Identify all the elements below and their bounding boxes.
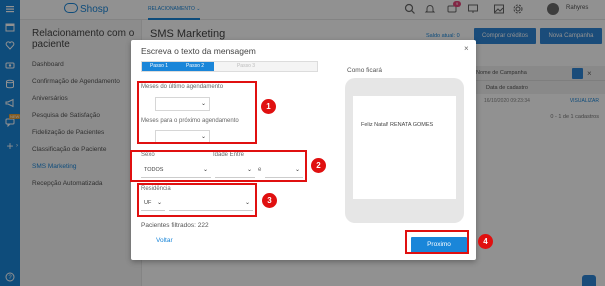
highlight-box-2 bbox=[130, 150, 307, 182]
callout-4: 4 bbox=[478, 234, 493, 249]
phone-screen: Feliz Natal! RENATA GOMES bbox=[353, 96, 456, 199]
modal-title: Escreva o texto da mensagem bbox=[141, 46, 256, 56]
highlight-box-1 bbox=[137, 81, 257, 144]
highlight-box-3 bbox=[137, 183, 257, 217]
highlight-box-4 bbox=[405, 230, 469, 254]
preview-label: Como ficará bbox=[347, 67, 383, 74]
filtered-count: Pacientes filtrados: 222 bbox=[141, 222, 209, 229]
step-1[interactable]: Passo 1 bbox=[142, 62, 176, 71]
callout-3: 3 bbox=[262, 193, 277, 208]
preview-message: Feliz Natal! RENATA GOMES bbox=[361, 122, 434, 128]
close-icon[interactable]: × bbox=[464, 44, 469, 53]
step-indicator: Passo 1 Passo 2 Passo 3 bbox=[141, 61, 318, 72]
callout-2: 2 bbox=[311, 158, 326, 173]
step-3[interactable]: Passo 3 bbox=[230, 62, 262, 71]
phone-preview: Feliz Natal! RENATA GOMES bbox=[345, 78, 464, 223]
callout-1: 1 bbox=[261, 99, 276, 114]
voltar-button[interactable]: Voltar bbox=[156, 237, 173, 244]
step-2[interactable]: Passo 2 bbox=[176, 62, 214, 71]
